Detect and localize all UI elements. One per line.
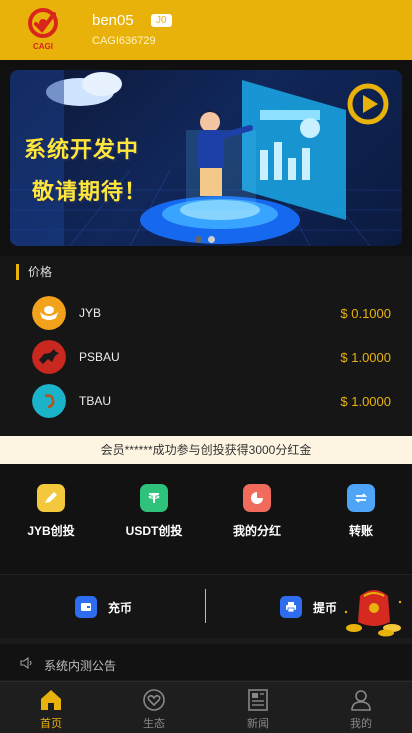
price-row-jyb[interactable]: JYB $ 0.1000 [0, 296, 412, 336]
app-page: CAGI ben05 J0 CAGI636729 系统开发中 敬请期待！ 价格 … [0, 0, 412, 733]
jyb-ingot-icon [32, 296, 66, 330]
news-icon [248, 689, 268, 711]
tab-news[interactable]: 新闻 [228, 688, 288, 731]
divider [205, 589, 206, 623]
banner-section: 系统开发中 敬请期待！ [0, 60, 412, 256]
bottom-tab-bar: 首页 生态 新闻 我的 [0, 681, 412, 733]
red-envelope-gift-icon[interactable] [340, 582, 406, 638]
printer-icon [280, 596, 302, 618]
coin-price: $ 1.0000 [340, 350, 391, 365]
user-id: CAGI636729 [92, 35, 156, 47]
wallet-icon [75, 596, 97, 618]
tab-label: 首页 [40, 718, 62, 730]
carousel-dot[interactable] [195, 236, 202, 243]
cagi-logo: CAGI [28, 8, 58, 51]
deposit-button[interactable]: 充币 [75, 595, 132, 619]
home-icon [41, 690, 61, 710]
pie-chart-icon [243, 484, 271, 512]
menu-label: 转账 [348, 524, 373, 538]
coin-name: TBAU [79, 394, 112, 408]
banner-subheadline: 敬请期待！ [32, 179, 148, 204]
tab-label: 生态 [143, 718, 165, 730]
coin-price: $ 1.0000 [340, 394, 391, 409]
menu-label: 我的分红 [232, 524, 281, 538]
announcement-bar[interactable]: 系统内测公告 [0, 644, 412, 680]
banner-carousel[interactable]: 系统开发中 敬请期待！ [10, 70, 402, 246]
deposit-label: 充币 [108, 600, 133, 615]
coin-name: PSBAU [79, 350, 120, 364]
menu-label: USDT创投 [125, 524, 183, 538]
price-row-tbau[interactable]: TBAU $ 1.0000 [0, 384, 412, 424]
withdraw-button[interactable]: 提币 [280, 595, 337, 619]
notice-marquee: 会员******成功参与创投获得3000分红金 [0, 436, 412, 464]
transfer-icon [347, 484, 375, 512]
menu-item-usdt-invest[interactable]: USDT创投 [104, 484, 204, 554]
speaker-icon [20, 657, 32, 669]
user-header: CAGI ben05 J0 CAGI636729 [0, 0, 412, 60]
menu-item-transfer[interactable]: 转账 [311, 484, 411, 554]
carousel-dot-active[interactable] [208, 236, 215, 243]
coin-price: $ 0.1000 [340, 306, 391, 321]
tab-label: 新闻 [247, 718, 269, 730]
price-section: 价格 JYB $ 0.1000 PSBAU $ 1.0000 TBAU $ 1.… [0, 256, 412, 436]
tab-profile[interactable]: 我的 [331, 688, 391, 731]
coin-name: JYB [79, 306, 102, 320]
banner-headline: 系统开发中 [24, 137, 140, 162]
tab-label: 我的 [350, 718, 372, 730]
user-icon [351, 690, 371, 711]
heart-icon [143, 689, 165, 711]
menu-item-my-dividends[interactable]: 我的分红 [207, 484, 307, 554]
menu-item-jyb-invest[interactable]: JYB创投 [1, 484, 101, 554]
psbau-horse-icon [32, 340, 66, 374]
tether-icon [140, 484, 168, 512]
menu-label: JYB创投 [27, 524, 75, 538]
tab-home[interactable]: 首页 [21, 688, 81, 731]
announcement-text: 系统内测公告 [44, 659, 117, 673]
price-row-psbau[interactable]: PSBAU $ 1.0000 [0, 340, 412, 380]
svg-text:CAGI: CAGI [33, 42, 53, 51]
username: ben05 [92, 12, 134, 29]
level-badge: J0 [151, 14, 172, 27]
tab-ecosystem[interactable]: 生态 [124, 688, 184, 731]
withdraw-label: 提币 [313, 600, 338, 615]
carousel-indicators [195, 236, 215, 243]
section-title: 价格 [16, 264, 52, 280]
tbau-icon [32, 384, 66, 418]
edit-icon [37, 484, 65, 512]
quick-menu: JYB创投 USDT创投 我的分红 转账 [0, 464, 412, 574]
